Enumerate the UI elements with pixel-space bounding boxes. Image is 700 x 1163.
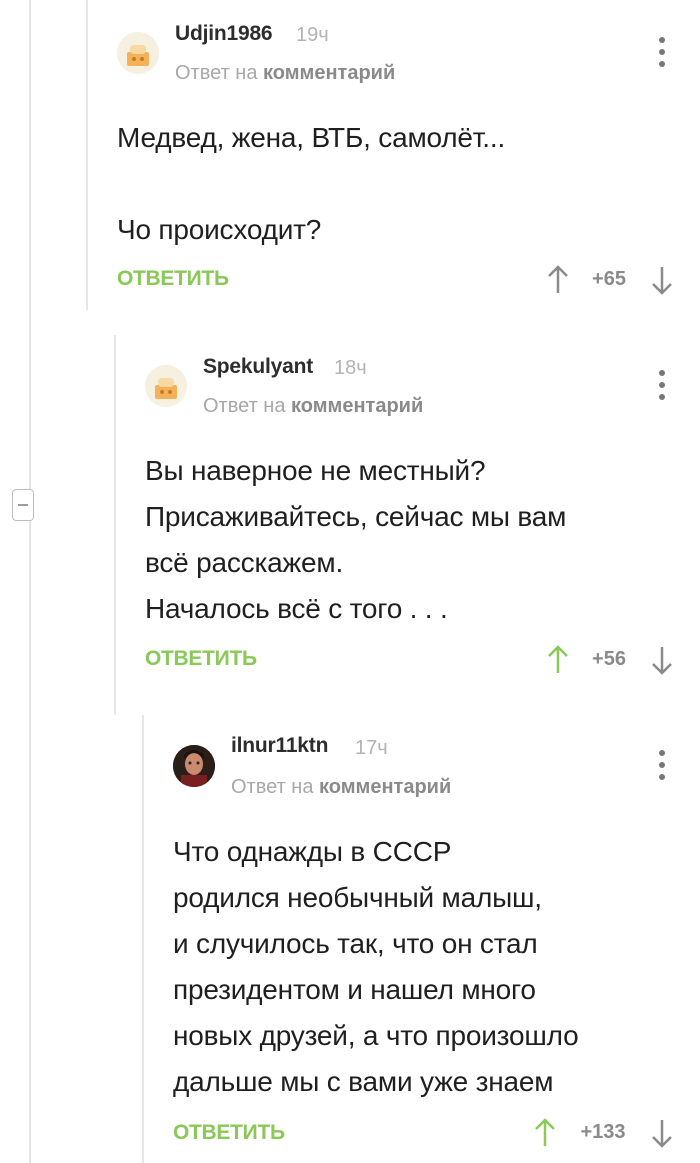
reply-to-link[interactable]: Ответ на комментарий: [231, 776, 451, 799]
arrow-down-icon[interactable]: [650, 1118, 674, 1148]
reply-to-prefix: Ответ на: [231, 776, 314, 798]
user-photo-avatar[interactable]: [173, 745, 215, 787]
comment-time: 17ч: [355, 737, 388, 759]
reply-button[interactable]: ОТВЕТИТЬ: [173, 1121, 285, 1145]
comment: ilnur11ktn 17ч Ответ на комментарий Что …: [0, 0, 700, 1163]
kebab-menu-icon[interactable]: [656, 750, 668, 782]
username[interactable]: ilnur11ktn: [231, 734, 328, 758]
reply-to-target[interactable]: комментарий: [319, 776, 451, 798]
user-photo-avatar-icon: [173, 745, 215, 787]
vote-score: +133: [580, 1121, 626, 1143]
comment-body: Что однажды в СССР родился необычный мал…: [173, 836, 579, 1097]
arrow-up-icon[interactable]: [533, 1118, 557, 1148]
